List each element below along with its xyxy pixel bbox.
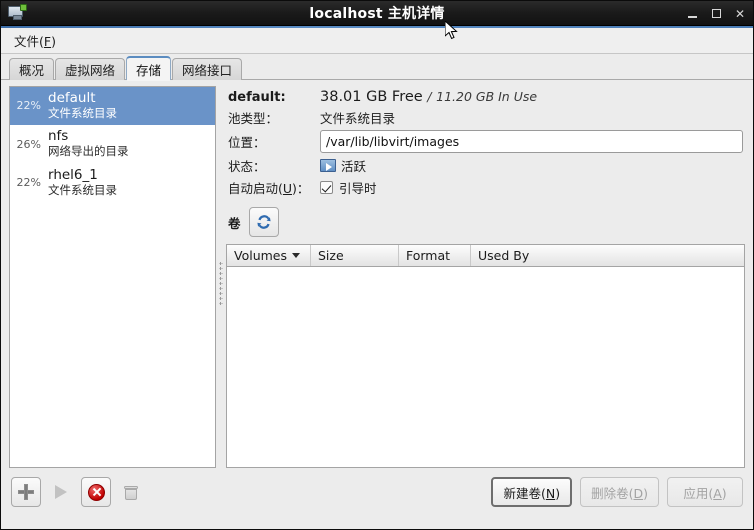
- pool-name: nfs: [48, 128, 69, 145]
- pool-name: rhel6_1: [48, 166, 98, 183]
- list-item[interactable]: 22% rhel6_1 文件系统目录: [10, 164, 215, 202]
- start-pool-button: [46, 477, 76, 507]
- pool-capacity-line: 38.01 GB Free / 11.20 GB In Use: [320, 89, 743, 105]
- pool-used-space: 11.20 GB In Use: [436, 89, 538, 104]
- menu-file-tail: ): [51, 34, 56, 49]
- window-title: localhost 主机详情: [309, 6, 445, 22]
- pool-type: 文件系统目录: [48, 105, 117, 120]
- pool-type-label: 池类型：: [228, 111, 279, 126]
- state-label: 状态：: [228, 159, 266, 174]
- storage-pane: 22% default 文件系统目录 26% nfs 网络导出的目录 22% r…: [1, 80, 753, 468]
- pool-type: 网络导出的目录: [48, 144, 129, 159]
- host-monitor-icon: [6, 4, 28, 22]
- volumes-table-header: Volumes Size Format Used By: [227, 245, 744, 267]
- location-label: 位置：: [228, 135, 266, 150]
- tab-network-interfaces[interactable]: 网络接口: [172, 58, 243, 80]
- volumes-table-body[interactable]: [227, 267, 744, 467]
- location-field-wrap: [320, 130, 743, 153]
- autostart-value: 引导时: [339, 181, 377, 196]
- location-input[interactable]: [320, 130, 743, 153]
- delete-volume-accel: D: [633, 485, 644, 501]
- column-header-size[interactable]: Size: [311, 245, 399, 266]
- menu-file-accel: F: [43, 34, 52, 49]
- capacity-separator: /: [427, 89, 432, 104]
- delete-volume-tail: ): [643, 485, 648, 501]
- list-item[interactable]: 22% default 文件系统目录: [10, 87, 215, 126]
- pool-free-space: 38.01 GB Free: [320, 89, 423, 105]
- maximize-icon[interactable]: [709, 7, 723, 21]
- autostart-row: 引导时: [320, 178, 743, 197]
- column-header-volumes[interactable]: Volumes: [227, 245, 311, 266]
- autostart-checkbox[interactable]: [320, 181, 333, 194]
- footer-toolbar: 新建卷(N) 删除卷(D) 应用(A): [1, 468, 753, 516]
- list-item[interactable]: 26% nfs 网络导出的目录: [10, 125, 215, 163]
- pool-usage-percent: 26%: [16, 137, 41, 151]
- add-pool-button[interactable]: [11, 477, 41, 507]
- pool-type-value: 文件系统目录: [320, 111, 396, 126]
- menu-file[interactable]: 文件(F): [7, 28, 63, 53]
- pool-type: 文件系统目录: [48, 182, 117, 197]
- delete-pool-button: [116, 477, 146, 507]
- autostart-label-tail: )：: [292, 181, 310, 196]
- autostart-label-text: 自动启动(: [228, 181, 283, 196]
- state-value: 活跃: [341, 159, 367, 174]
- volumes-table[interactable]: Volumes Size Format Used By: [226, 244, 745, 468]
- running-monitor-icon: [320, 159, 336, 172]
- pool-detail-pane: default: 38.01 GB Free / 11.20 GB In Use…: [226, 86, 745, 468]
- tab-virtual-networks[interactable]: 虚拟网络: [55, 58, 126, 80]
- apply-button: 应用(A): [667, 477, 743, 507]
- title-bar[interactable]: localhost 主机详情 ✕: [1, 1, 753, 26]
- pane-splitter[interactable]: [216, 86, 226, 468]
- play-icon: [55, 485, 67, 499]
- splitter-grip-icon: [219, 261, 223, 307]
- stop-pool-button[interactable]: [81, 477, 111, 507]
- volumes-section-label: 卷: [228, 215, 241, 231]
- tab-storage[interactable]: 存储: [126, 56, 172, 81]
- pool-info-grid: default: 38.01 GB Free / 11.20 GB In Use…: [226, 86, 745, 197]
- refresh-icon: [256, 215, 271, 229]
- delete-volume-button: 删除卷(D): [580, 477, 659, 507]
- column-header-used-by[interactable]: Used By: [471, 245, 744, 266]
- menu-file-label: 文件(: [14, 34, 44, 49]
- delete-volume-label: 删除卷(: [591, 485, 634, 501]
- storage-pool-list[interactable]: 22% default 文件系统目录 26% nfs 网络导出的目录 22% r…: [9, 86, 216, 468]
- pool-detail-name-label: default:: [228, 89, 286, 105]
- window-controls: ✕: [685, 1, 747, 26]
- plus-icon: [18, 484, 34, 500]
- new-volume-label: 新建卷(: [503, 485, 546, 501]
- tab-bar: 概况 虚拟网络 存储 网络接口: [1, 54, 753, 81]
- pool-name: default: [48, 90, 96, 106]
- autostart-label: 自动启动(U)：: [228, 178, 320, 197]
- volumes-toolbar: 卷: [226, 207, 745, 237]
- new-volume-button[interactable]: 新建卷(N): [491, 477, 573, 507]
- stop-icon: [87, 483, 105, 501]
- minimize-icon[interactable]: [685, 7, 699, 21]
- column-header-volumes-label: Volumes: [234, 248, 288, 263]
- apply-label: 应用(: [683, 485, 714, 501]
- tab-overview[interactable]: 概况: [9, 58, 55, 80]
- new-volume-accel: N: [545, 485, 556, 501]
- pool-usage-percent: 22%: [16, 176, 41, 190]
- chevron-down-icon: [292, 253, 301, 258]
- state-value-row: 活跃: [320, 156, 743, 175]
- refresh-volumes-button[interactable]: [248, 207, 279, 237]
- autostart-label-accel: U: [282, 181, 293, 196]
- menu-bar: 文件(F): [1, 28, 753, 54]
- pool-usage-percent: 22%: [16, 99, 41, 113]
- trash-icon: [124, 485, 138, 500]
- apply-accel: A: [713, 485, 722, 501]
- host-details-window: localhost 主机详情 ✕ 文件(F) 概况 虚拟网络 存储 网络接口 2…: [0, 0, 754, 530]
- apply-tail: ): [721, 485, 727, 501]
- column-header-format[interactable]: Format: [399, 245, 471, 266]
- new-volume-tail: ): [555, 485, 561, 501]
- close-icon[interactable]: ✕: [733, 7, 747, 21]
